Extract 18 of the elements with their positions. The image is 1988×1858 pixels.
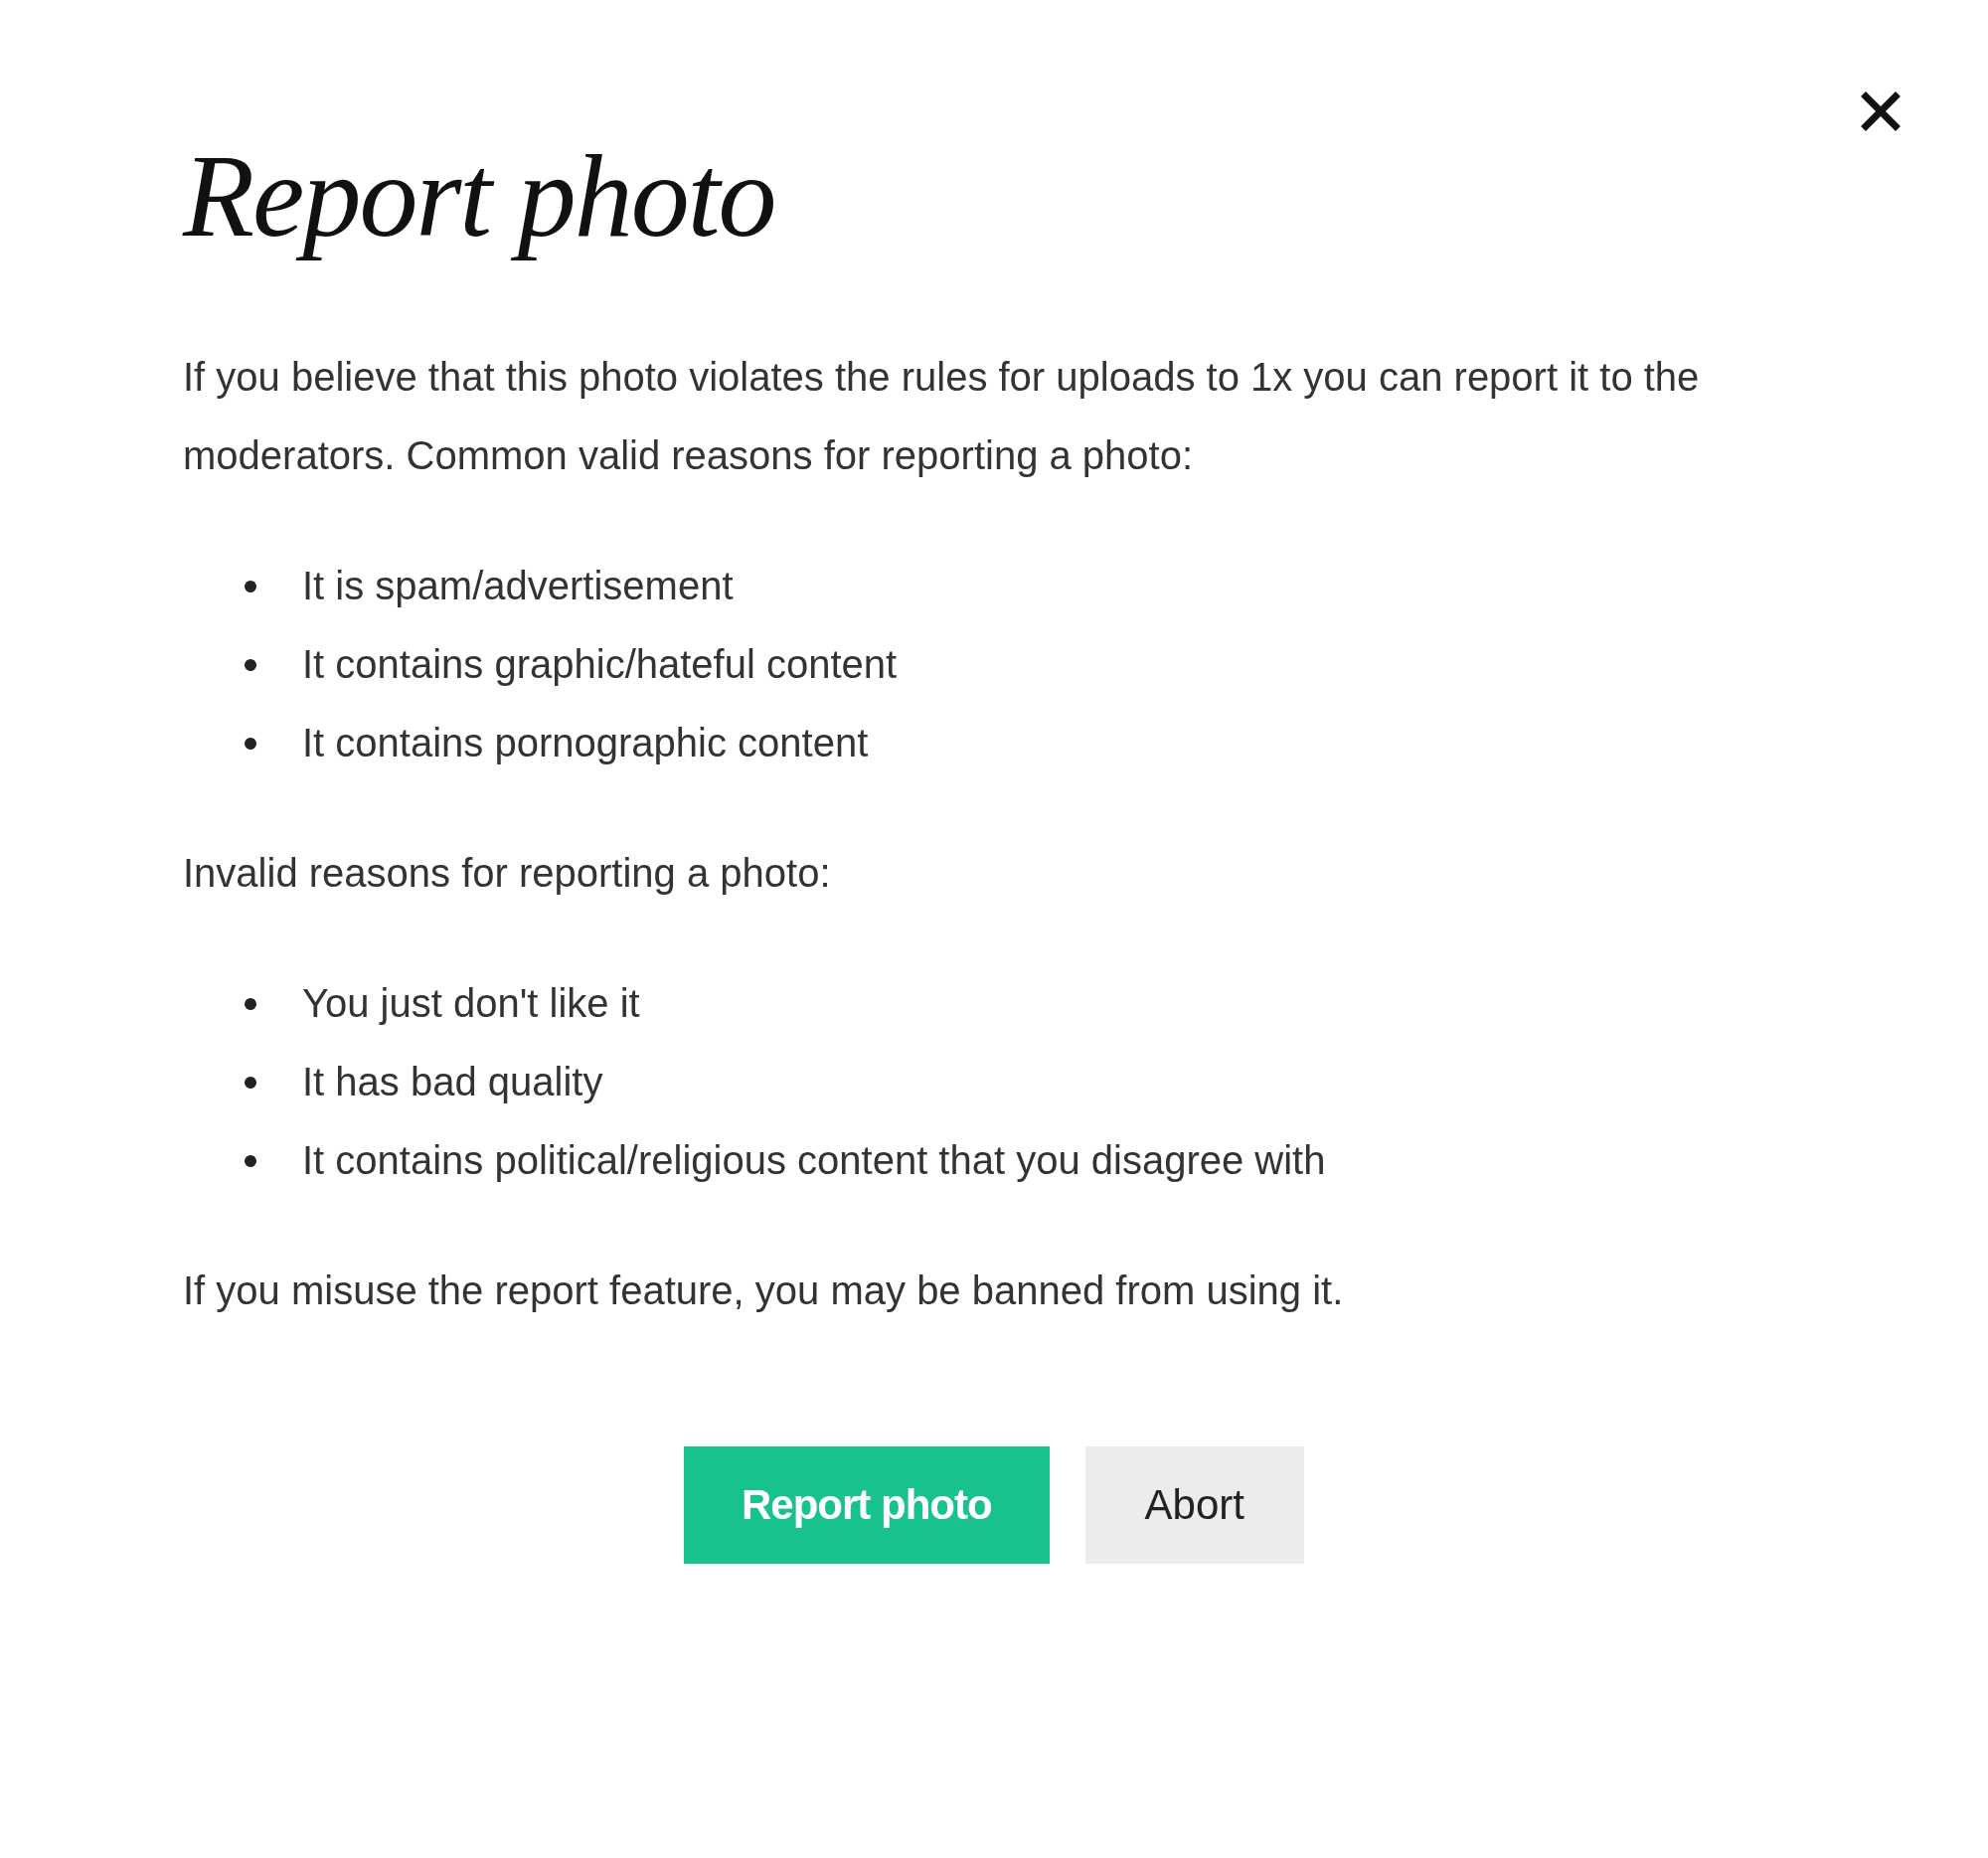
- valid-reason: It contains graphic/hateful content: [302, 641, 898, 688]
- invalid-reason: It contains political/religious content that you disagree with: [302, 1137, 1326, 1184]
- bullet-icon: [245, 997, 256, 1010]
- invalid-heading: Invalid reasons for reporting a photo:: [183, 850, 832, 897]
- dialog-title: Report photo: [183, 130, 776, 263]
- intro-text: If you believe that this photo violates the rules for uploads to 1x you can report it to the moderators. Common valid reasons for reporting a photo:: [183, 354, 1701, 479]
- bullet-icon: [245, 580, 256, 592]
- abort-button[interactable]: Abort: [1084, 1446, 1304, 1564]
- bullet-icon: [245, 1076, 256, 1089]
- invalid-reason: It has bad quality: [302, 1059, 603, 1105]
- bullet-icon: [245, 737, 256, 750]
- bullet-icon: [245, 658, 256, 671]
- valid-reason: It contains pornographic content: [302, 720, 869, 766]
- warning-text: If you misuse the report feature, you may be banned from using it.: [183, 1267, 1345, 1314]
- close-icon[interactable]: [1861, 91, 1901, 131]
- invalid-reason: You just don't like it: [302, 980, 640, 1027]
- valid-reason: It is spam/advertisement: [302, 563, 734, 609]
- bullet-icon: [245, 1154, 256, 1167]
